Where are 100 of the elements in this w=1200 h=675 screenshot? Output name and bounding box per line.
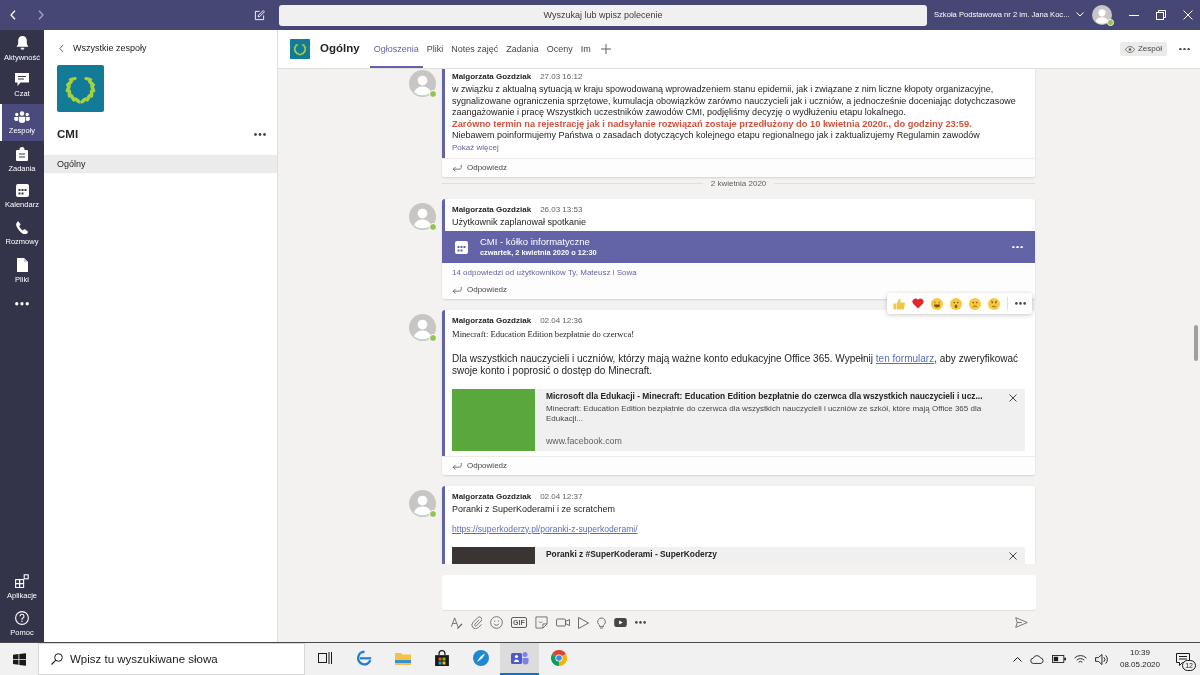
meeting-title: CMI - kółko informatyczne (480, 236, 591, 248)
more-options-icon[interactable] (634, 621, 646, 624)
angry-face-icon[interactable] (988, 297, 1000, 310)
lightbulb-icon[interactable] (596, 616, 606, 629)
message-text: Niebawem poinformujemy Państwa o zasadach dotyczących kolejnego etapu regionalnego jak i zaktualizujemy Regulamin zawodów (452, 130, 981, 142)
clock-time[interactable]: 10:39 (1129, 647, 1150, 659)
channel-title: Ogólny (320, 42, 360, 56)
add-tab-icon[interactable] (600, 44, 611, 54)
replies-summary-link[interactable]: 14 odpowiedzi od użytkowników Ty, Mateusz i Sowa (452, 268, 637, 278)
browser-icon (355, 650, 372, 666)
close-icon[interactable] (1009, 551, 1017, 560)
preview-domain: www.facebook.com (546, 436, 623, 447)
help-icon (15, 610, 29, 625)
message-text: Poranki z SuperKoderami i ze scratchem (452, 504, 617, 516)
status-dot-icon (429, 90, 437, 98)
reply-arrow-icon (452, 163, 462, 172)
sad-face-icon[interactable] (969, 297, 981, 310)
avatar-icon (409, 490, 436, 517)
round-browser-icon (550, 650, 567, 666)
preview-title[interactable]: Poranki z #SuperKoderami - SuperKoderzy (546, 549, 1001, 559)
reply-button[interactable]: Odpowiedz (452, 162, 508, 173)
more-options-icon[interactable] (1179, 47, 1190, 51)
chevron-left-icon (59, 43, 64, 53)
author-name: Malgorzata Gozdziak (452, 72, 532, 82)
windows-logo-icon[interactable] (12, 652, 26, 666)
more-options-icon[interactable] (1012, 245, 1023, 249)
date-divider-label: 2 kwietnia 2020 (710, 178, 767, 189)
close-icon[interactable] (1009, 394, 1017, 402)
backpack-icon (16, 146, 28, 161)
tab[interactable]: Im (576, 32, 595, 68)
chat-bubble-icon (15, 73, 29, 86)
scrollbar-thumb[interactable] (1194, 325, 1198, 361)
laughing-face-icon[interactable] (931, 297, 943, 310)
url-link[interactable]: https://superkoderzy.pl/poranki-z-superkoderami/ (452, 523, 638, 534)
minimize-icon[interactable] (1129, 14, 1139, 16)
wifi-icon[interactable] (1073, 654, 1087, 664)
message-time: 02.04 12:36 (540, 316, 583, 326)
smiley-icon[interactable] (490, 616, 503, 629)
video-camera-icon[interactable] (555, 618, 570, 627)
laurel-wreath-icon (290, 39, 310, 59)
tab[interactable]: Pliki (422, 32, 448, 68)
author-name: Malgorzata Gozdziak (452, 204, 532, 215)
thumbs-up-icon[interactable] (893, 297, 905, 310)
play-outline-icon[interactable] (577, 616, 589, 629)
video-play-icon[interactable] (613, 618, 627, 627)
folder-icon (394, 651, 411, 665)
reply-button[interactable]: Odpowiedz (452, 285, 508, 295)
battery-icon[interactable] (1051, 655, 1066, 663)
status-dot-icon (429, 334, 437, 342)
message-time: 26.03 13:53 (540, 204, 583, 215)
calendar-icon (455, 240, 468, 254)
cloud-icon[interactable] (1029, 654, 1044, 664)
avatar-icon (1091, 5, 1112, 25)
author-name: Malgorzata Gozdziak (452, 492, 532, 502)
tab[interactable]: Zadania (502, 32, 543, 68)
tab[interactable]: Oceny (542, 32, 577, 68)
message-time: 02.04 12:37 (540, 492, 583, 502)
reply-button[interactable]: Odpowiedz (452, 461, 508, 471)
show-more-link[interactable]: Pokaż więcej (452, 142, 499, 153)
status-dot-icon (429, 510, 437, 518)
shopping-bag-icon (434, 650, 449, 666)
phone-icon (16, 221, 28, 234)
eye-icon (1125, 45, 1135, 53)
sticker-icon[interactable] (534, 616, 548, 629)
chevron-up-icon[interactable] (1012, 656, 1022, 662)
search-field[interactable]: Wyszukaj lub wpisz polecenie (279, 4, 927, 26)
channel-item[interactable]: Ogólny (44, 154, 277, 174)
preview-title[interactable]: Microsoft dla Edukacji - Minecraft: Education Edition bezpłatnie do czerwca dla wszystkich nauczycieli i ucz... (546, 392, 1001, 401)
search-icon (51, 653, 63, 665)
text-format-icon[interactable] (450, 616, 463, 629)
message-text: Dla wszystkich nauczycieli i uczniów, którzy mają ważne konto edukacyjne Office 365. Wypełnij ten formularz, aby zweryfikować swoje konto i poprosić o dostęp do Minecraft. (452, 353, 1020, 377)
highlighted-text: Zarówno termin na rejestrację jak i nadsyłanie rozwiązań zostaje przedłużony do 10 kwietnia 2020r., do godziny 23:59. (452, 118, 973, 130)
restore-icon[interactable] (1156, 10, 1166, 20)
taskbar-search-field[interactable]: Wpisz tu wyszukiwane słowa (38, 643, 305, 675)
reply-arrow-icon (452, 462, 462, 470)
team-button[interactable]: Zespół (1120, 42, 1167, 56)
heart-icon[interactable] (912, 298, 924, 309)
all-teams-link[interactable]: Wszystkie zespoły (59, 43, 147, 54)
status-dot-icon (1106, 19, 1114, 26)
clock-date[interactable]: 08.05.2020 (1119, 659, 1160, 671)
preview-description: Minecraft: Education Edition bezpłatnie do czerwca dla wszystkich nauczycieli i uczniów ze szkół, które mają Office 365 dla Edukacji... (546, 404, 983, 423)
message-text: Minecraft: Education Edition bezpłatnie do czerwca! (452, 328, 636, 341)
more-options-icon[interactable] (1015, 302, 1026, 305)
reply-arrow-icon (452, 286, 462, 294)
compose-icon[interactable] (254, 9, 265, 21)
tab[interactable]: Notes zajęć (447, 32, 503, 68)
send-icon[interactable] (1015, 617, 1028, 628)
file-icon (16, 257, 28, 272)
task-view-icon (317, 652, 332, 664)
paperclip-icon[interactable] (471, 616, 482, 629)
bell-icon (15, 35, 29, 50)
calendar-icon (15, 184, 29, 197)
message-time: 27.03 16:12 (540, 72, 583, 82)
more-options-icon[interactable] (254, 133, 266, 137)
tab[interactable]: Ogłoszenia (369, 32, 423, 68)
status-dot-icon (429, 222, 437, 231)
surprised-face-icon[interactable] (950, 297, 962, 310)
speaker-icon[interactable] (1094, 653, 1108, 665)
message-field[interactable] (442, 575, 1036, 611)
more-options-icon[interactable] (15, 302, 29, 306)
